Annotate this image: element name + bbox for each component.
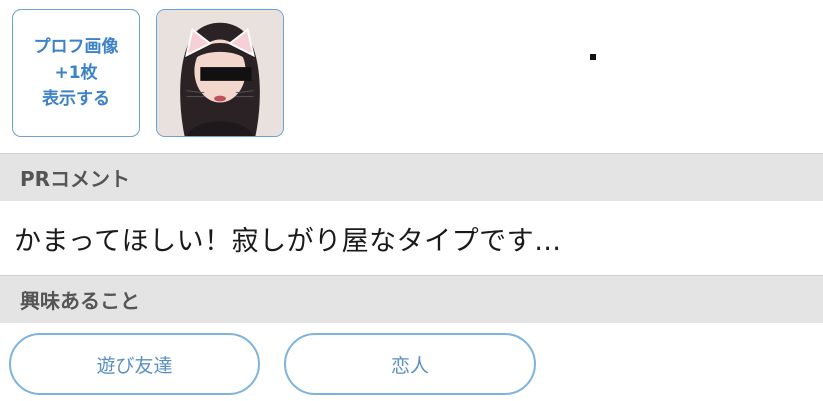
profile-photo-thumbnail[interactable] bbox=[156, 9, 284, 137]
interests-header: 興味あること bbox=[0, 275, 823, 323]
more-photos-line-3: 表示する bbox=[42, 89, 110, 109]
more-photos-line-2: +1枚 bbox=[54, 63, 98, 83]
show-more-photos-button[interactable]: プロフ画像 +1枚 表示する bbox=[12, 9, 140, 137]
interest-tags: 遊び友達 恋人 bbox=[0, 323, 823, 401]
profile-photos-row: プロフ画像 +1枚 表示する bbox=[0, 0, 823, 153]
pr-comment-text: かまってほしい！寂しがり屋なタイプです… bbox=[0, 201, 823, 275]
dot-mark bbox=[590, 54, 596, 60]
interest-tag-play-friend[interactable]: 遊び友達 bbox=[9, 333, 260, 395]
profile-photo-image bbox=[157, 10, 283, 136]
interest-tag-lover[interactable]: 恋人 bbox=[284, 333, 536, 395]
more-photos-line-1: プロフ画像 bbox=[33, 37, 119, 57]
pr-comment-header: PRコメント bbox=[0, 153, 823, 201]
